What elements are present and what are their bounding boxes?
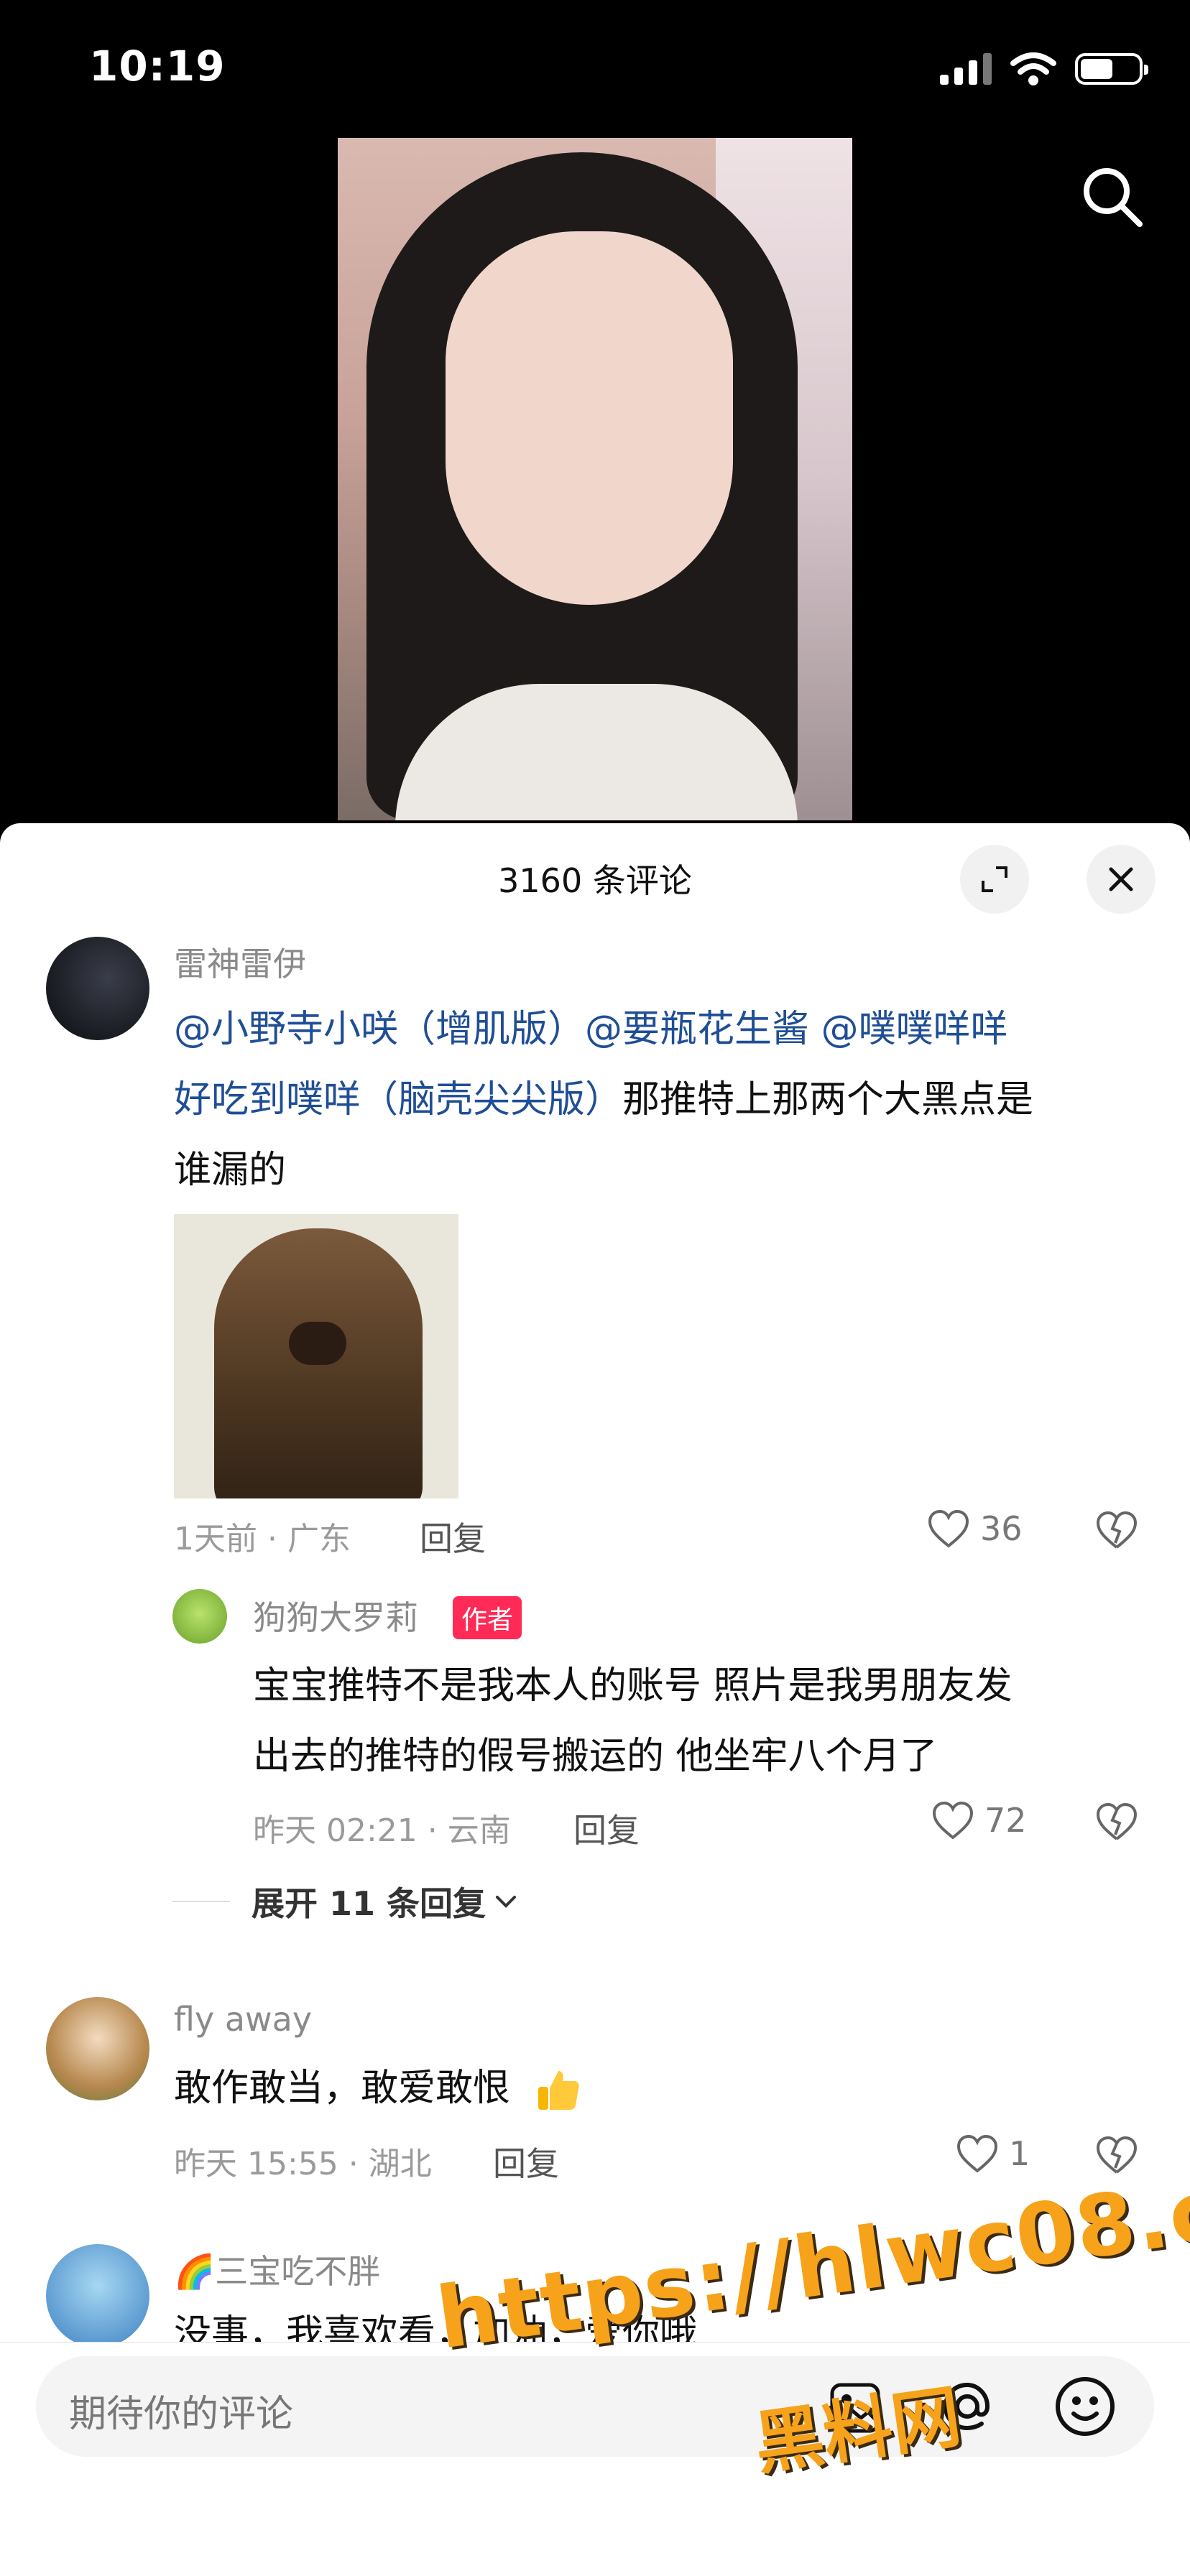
like-button[interactable]: 72 [931,1800,1027,1840]
author-badge: 作者 [453,1596,522,1639]
expand-icon [982,866,1007,892]
comment-text-part: 那推特上那两个大黑点是 [622,1078,1034,1121]
dislike-icon[interactable] [1095,1510,1138,1550]
search-icon[interactable] [1079,164,1144,228]
reply-text-line: 宝宝推特不是我本人的账号 照片是我男朋友发 [253,1664,1013,1708]
reply-button[interactable]: 回复 [573,1804,640,1852]
heart-icon [932,1801,974,1840]
like-count: 1 [1009,2134,1030,2173]
close-button[interactable] [1087,845,1156,914]
comment-username[interactable]: fly away [174,2000,312,2039]
like-button[interactable]: 1 [956,2133,1030,2174]
wifi-icon [1010,52,1056,85]
expand-replies-label: 展开 11 条回复 [252,1884,486,1923]
comment-meta: 1天前 · 广东 [174,1521,351,1557]
avatar[interactable] [46,937,149,1040]
reply-text-line: 出去的推特的假号搬运的 他坐牢八个月了 [253,1735,938,1778]
expand-replies-button[interactable]: 展开 11 条回复 [252,1878,519,1925]
comment-text-part: 敢作敢当，敢爱敢恨 [174,2067,511,2110]
dislike-icon[interactable] [1095,2135,1138,2175]
status-time: 10:19 [89,42,226,91]
thumbs-up-icon [538,2071,579,2110]
close-icon [1109,867,1133,891]
comment-meta: 昨天 15:55 · 湖北 [174,2146,432,2182]
battery-icon [1075,53,1148,85]
mention-link[interactable]: @要瓶花生酱 [585,1008,809,1051]
comment-text: 敢作敢当，敢爱敢恨 [174,2053,584,2123]
signal-icon [940,53,992,85]
heart-icon [956,2134,998,2173]
mention-link[interactable]: 好吃到噗咩（脑壳尖尖版） [174,1078,622,1121]
comment-text: @小野寺小咲（增肌版）@要瓶花生酱 @噗噗咩咩 好吃到噗咩（脑壳尖尖版）那推特上… [174,994,1166,1205]
status-icons [940,52,1148,86]
mention-link[interactable]: @小野寺小咲（增肌版） [174,1008,585,1051]
rainbow-emoji: 🌈 [174,2252,216,2291]
emoji-icon[interactable] [1053,2375,1117,2438]
reply-meta: 昨天 02:21 · 云南 [253,1812,511,1849]
expand-button[interactable] [960,845,1029,914]
comment-image[interactable] [174,1214,458,1498]
like-button[interactable]: 36 [927,1509,1023,1549]
reply-username[interactable]: 狗狗大罗莉 [253,1592,418,1639]
reply-button[interactable]: 回复 [420,1513,486,1560]
like-count: 72 [984,1801,1027,1840]
like-count: 36 [980,1509,1023,1548]
comment-username[interactable]: 🌈三宝吃不胖 [174,2246,380,2293]
avatar[interactable] [46,1997,149,2100]
avatar[interactable] [172,1589,227,1644]
comment-text-part: 谁漏的 [174,1149,287,1192]
mention-link[interactable]: @噗噗咩咩 [821,1008,1008,1051]
reply-button[interactable]: 回复 [493,2138,559,2185]
divider-line [172,1901,230,1902]
dislike-icon[interactable] [1095,1802,1138,1842]
reply-text: 宝宝推特不是我本人的账号 照片是我男朋友发 出去的推特的假号搬运的 他坐牢八个月… [253,1651,1158,1792]
comment-username[interactable]: 雷神雷伊 [174,938,306,986]
video-frame[interactable] [338,138,852,820]
comment-input-placeholder[interactable]: 期待你的评论 [69,2383,293,2437]
heart-icon [928,1509,969,1548]
chevron-down-icon [496,1896,517,1908]
comment-username-text: 三宝吃不胖 [215,2252,381,2291]
avatar[interactable] [46,2244,149,2348]
